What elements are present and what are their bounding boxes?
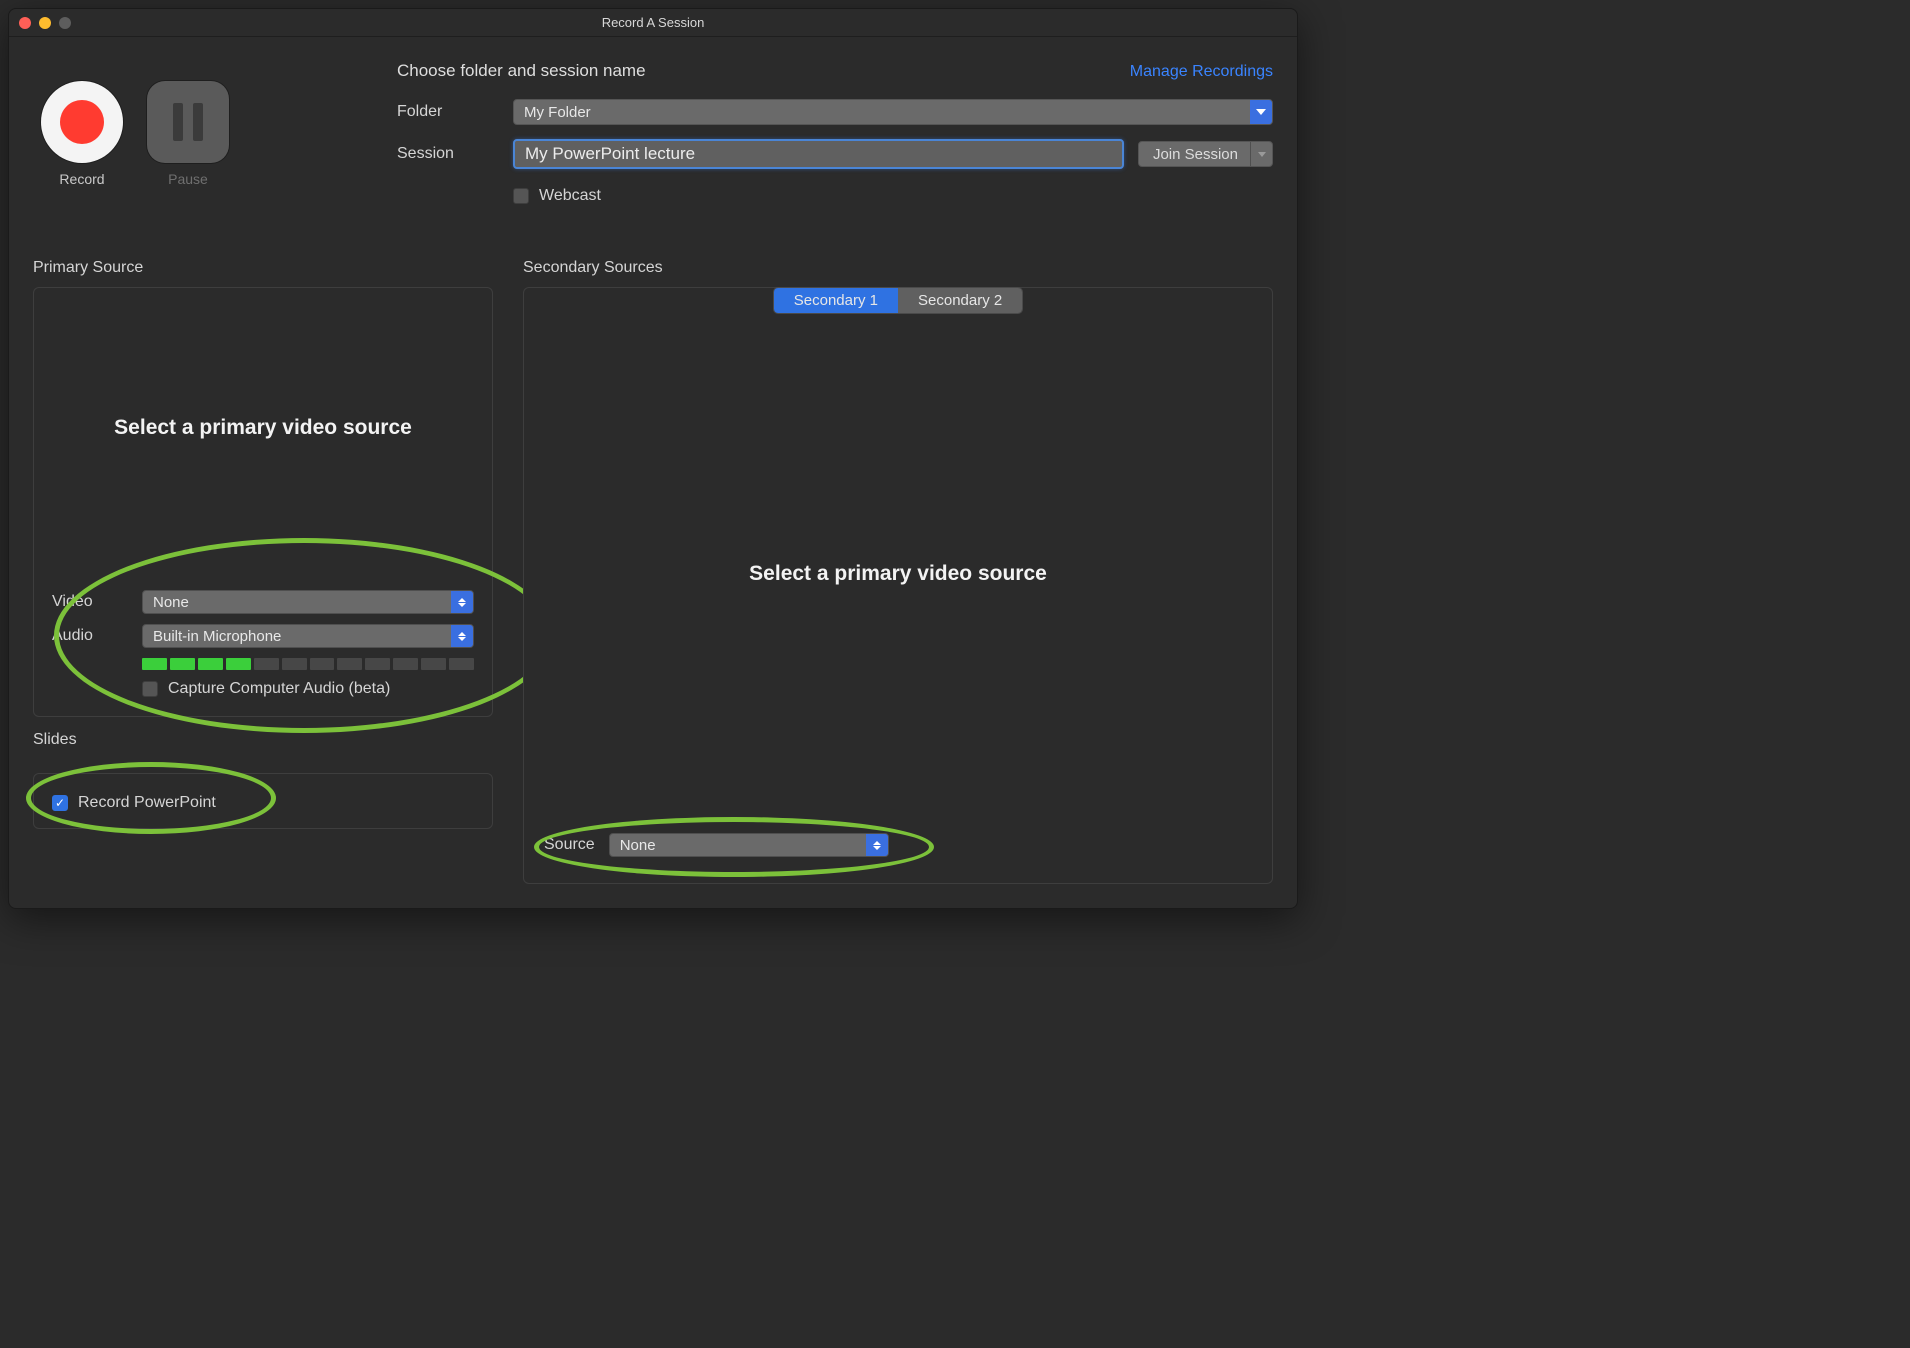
record-button[interactable] bbox=[41, 81, 123, 163]
zoom-icon[interactable] bbox=[59, 17, 71, 29]
stepper-icon bbox=[866, 834, 888, 856]
manage-recordings-link[interactable]: Manage Recordings bbox=[1130, 63, 1273, 81]
record-powerpoint-label: Record PowerPoint bbox=[78, 794, 216, 812]
folder-select[interactable]: My Folder bbox=[513, 99, 1273, 125]
folder-value: My Folder bbox=[514, 100, 1250, 124]
video-select[interactable]: None bbox=[142, 590, 474, 614]
secondary-sources-heading: Secondary Sources bbox=[523, 259, 1273, 277]
record-controls: Record Pause bbox=[33, 53, 237, 219]
join-session-label: Join Session bbox=[1153, 146, 1238, 163]
close-icon[interactable] bbox=[19, 17, 31, 29]
meter-segment bbox=[198, 658, 223, 670]
audio-select[interactable]: Built-in Microphone bbox=[142, 624, 474, 648]
secondary-source-select[interactable]: None bbox=[609, 833, 889, 857]
meter-segment bbox=[337, 658, 362, 670]
pause-icon bbox=[173, 103, 183, 141]
webcast-checkbox[interactable] bbox=[513, 188, 529, 204]
window-controls bbox=[19, 17, 71, 29]
form-heading: Choose folder and session name bbox=[397, 61, 646, 81]
meter-segment bbox=[254, 658, 279, 670]
primary-source-heading: Primary Source bbox=[33, 259, 493, 277]
meter-segment bbox=[282, 658, 307, 670]
minimize-icon[interactable] bbox=[39, 17, 51, 29]
primary-source-panel: Select a primary video source Video None bbox=[33, 287, 493, 717]
audio-value: Built-in Microphone bbox=[143, 625, 451, 647]
pause-label: Pause bbox=[168, 171, 208, 187]
audio-level-meter bbox=[142, 658, 474, 670]
video-value: None bbox=[143, 591, 451, 613]
primary-prompt: Select a primary video source bbox=[52, 416, 474, 440]
stepper-icon bbox=[451, 625, 473, 647]
audio-label: Audio bbox=[52, 627, 142, 645]
session-form: Choose folder and session name Manage Re… bbox=[237, 53, 1273, 219]
slides-panel: ✓ Record PowerPoint bbox=[33, 773, 493, 829]
record-icon bbox=[60, 100, 104, 144]
tab-secondary-1[interactable]: Secondary 1 bbox=[774, 288, 898, 313]
dropdown-icon bbox=[1250, 100, 1272, 124]
pause-icon bbox=[193, 103, 203, 141]
video-label: Video bbox=[52, 593, 142, 611]
titlebar: Record A Session bbox=[9, 9, 1297, 37]
capture-computer-audio-checkbox[interactable] bbox=[142, 681, 158, 697]
record-session-window: Record A Session Record Pause bbox=[8, 8, 1298, 909]
meter-segment bbox=[421, 658, 446, 670]
slides-heading: Slides bbox=[33, 731, 493, 749]
secondary-tabs: Secondary 1 Secondary 2 bbox=[773, 287, 1023, 314]
window-title: Record A Session bbox=[9, 15, 1297, 30]
secondary-source-value: None bbox=[610, 834, 866, 856]
meter-segment bbox=[449, 658, 474, 670]
tab-secondary-2[interactable]: Secondary 2 bbox=[898, 288, 1022, 313]
capture-computer-audio-label: Capture Computer Audio (beta) bbox=[168, 680, 390, 698]
chevron-down-icon bbox=[1250, 142, 1272, 166]
webcast-label: Webcast bbox=[539, 187, 601, 205]
meter-segment bbox=[226, 658, 251, 670]
secondary-sources-panel: Secondary 1 Secondary 2 Select a primary… bbox=[523, 287, 1273, 884]
stepper-icon bbox=[451, 591, 473, 613]
secondary-source-label: Source bbox=[544, 836, 595, 854]
record-powerpoint-checkbox[interactable]: ✓ bbox=[52, 795, 68, 811]
meter-segment bbox=[170, 658, 195, 670]
pause-button[interactable] bbox=[147, 81, 229, 163]
folder-label: Folder bbox=[397, 103, 513, 121]
join-session-button[interactable]: Join Session bbox=[1138, 141, 1273, 167]
meter-segment bbox=[393, 658, 418, 670]
meter-segment bbox=[142, 658, 167, 670]
meter-segment bbox=[365, 658, 390, 670]
record-label: Record bbox=[59, 171, 104, 187]
secondary-prompt: Select a primary video source bbox=[749, 562, 1047, 586]
meter-segment bbox=[310, 658, 335, 670]
session-label: Session bbox=[397, 145, 513, 163]
session-input[interactable] bbox=[513, 139, 1124, 169]
